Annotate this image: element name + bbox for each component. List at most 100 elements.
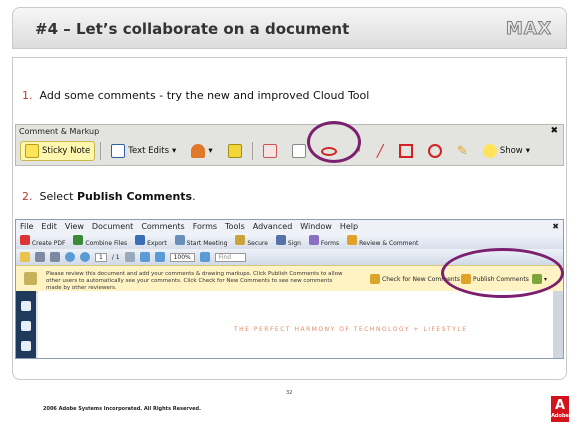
pencil-icon: ✎: [456, 143, 468, 159]
menu-file[interactable]: File: [20, 222, 33, 231]
sticky-note-icon: [25, 144, 39, 158]
step-1-text: Add some comments - try the new and impr…: [39, 89, 370, 102]
combine-files-button[interactable]: Combine Files: [73, 235, 127, 247]
page-number-field[interactable]: 1: [95, 252, 107, 262]
menu-edit[interactable]: Edit: [41, 222, 57, 231]
stamp-button[interactable]: ▾: [186, 141, 217, 161]
callout-icon: [262, 144, 277, 158]
comment-markup-toolbar: Comment & Markup ✖ Sticky Note Text Edit…: [15, 124, 564, 166]
bookmarks-panel-icon[interactable]: [21, 321, 31, 331]
oval-icon: [427, 144, 442, 158]
line-icon: ╱: [376, 144, 384, 158]
export-button[interactable]: Export: [135, 235, 167, 247]
text-edits-label: Text Edits: [128, 146, 170, 156]
review-comment-button[interactable]: Review & Comment: [347, 235, 418, 247]
create-pdf-label: Create PDF: [31, 240, 66, 247]
menu-comments[interactable]: Comments: [141, 222, 184, 231]
comment-tools: Sticky Note Text Edits ▾ ▾ ➚ ╱ ✎ Show ▾: [20, 139, 559, 163]
sign-button[interactable]: Sign: [275, 235, 301, 247]
export-label: Export: [147, 240, 167, 247]
export-icon: [135, 235, 146, 245]
show-label: Show: [499, 146, 523, 156]
document-page: THE PERFECT HARMONY OF TECHNOLOGY + LIFE…: [38, 291, 553, 358]
meeting-icon: [174, 235, 185, 245]
fit-page-icon[interactable]: [199, 252, 210, 262]
rectangle-icon: [398, 144, 413, 158]
adobe-logo-text: Adobe: [551, 413, 569, 419]
next-page-icon[interactable]: [80, 252, 90, 262]
review-info-icon: [24, 272, 37, 285]
highlight-text-icon: [227, 144, 242, 158]
show-button[interactable]: Show ▾: [478, 141, 535, 161]
pencil-tool-button[interactable]: ✎: [452, 141, 473, 161]
forms-label: Forms: [320, 240, 340, 247]
email-icon[interactable]: [50, 252, 60, 262]
step-2-suffix: .: [192, 190, 196, 203]
toolbar-separator: [100, 142, 102, 160]
close-icon[interactable]: ✖: [552, 222, 559, 231]
tasks-toolbar: Create PDF Combine Files Export Start Me…: [16, 233, 563, 249]
lock-icon: [235, 235, 246, 245]
page-number: 32: [286, 390, 293, 396]
max-logo: MAX: [505, 19, 552, 40]
vertical-scrollbar[interactable]: [553, 291, 563, 358]
step-1-number: 1.: [22, 89, 33, 102]
zoom-field[interactable]: 100%: [169, 252, 195, 262]
combine-files-icon: [73, 235, 84, 245]
combine-files-label: Combine Files: [85, 240, 128, 247]
forms-icon: [308, 235, 319, 245]
callout-button[interactable]: [258, 141, 282, 161]
previous-page-icon[interactable]: [65, 252, 75, 262]
secure-label: Secure: [247, 240, 268, 247]
publish-comments-highlight-circle: [441, 248, 564, 298]
menu-forms[interactable]: Forms: [193, 222, 217, 231]
text-edits-icon: [111, 144, 126, 158]
start-meeting-button[interactable]: Start Meeting: [174, 235, 228, 247]
step-1: 1. Add some comments - try the new and im…: [22, 89, 369, 102]
find-input[interactable]: Find: [214, 252, 247, 262]
toolbar-separator: [251, 142, 253, 160]
create-pdf-button[interactable]: Create PDF: [20, 235, 65, 247]
menu-window[interactable]: Window: [300, 222, 332, 231]
stamp-icon: [191, 144, 206, 158]
menu-advanced[interactable]: Advanced: [253, 222, 293, 231]
sticky-note-button[interactable]: Sticky Note: [20, 141, 96, 161]
step-2-prefix: Select: [39, 190, 77, 203]
zoom-out-icon[interactable]: [139, 252, 150, 262]
line-tool-button[interactable]: ╱: [372, 141, 389, 161]
attachments-panel-icon[interactable]: [21, 341, 31, 351]
menu-tools[interactable]: Tools: [225, 222, 245, 231]
cloud-tool-highlight-circle: [307, 121, 361, 163]
rectangle-tool-button[interactable]: [394, 141, 418, 161]
select-tool-icon[interactable]: [124, 252, 135, 262]
oval-tool-button[interactable]: [423, 141, 447, 161]
notice-text: Please review this document and add your…: [46, 271, 343, 291]
check-comments-icon: [370, 274, 380, 284]
slide-title: #4 – Let’s collaborate on a document: [35, 20, 350, 38]
slide: #4 – Let’s collaborate on a document MAX…: [0, 0, 579, 425]
menu-help[interactable]: Help: [340, 222, 358, 231]
menu-view[interactable]: View: [65, 222, 84, 231]
chevron-down-icon: ▾: [172, 146, 177, 156]
sticky-note-label: Sticky Note: [42, 146, 91, 156]
forms-button[interactable]: Forms: [308, 235, 340, 247]
pages-panel-icon[interactable]: [21, 301, 31, 311]
open-folder-icon[interactable]: [20, 252, 30, 262]
show-comments-icon: [482, 144, 497, 158]
start-meeting-label: Start Meeting: [186, 240, 228, 247]
highlight-text-button[interactable]: [223, 141, 247, 161]
step-2-number: 2.: [22, 190, 33, 203]
slide-header: #4 – Let’s collaborate on a document MAX: [12, 7, 567, 49]
zoom-in-icon[interactable]: [154, 252, 165, 262]
print-icon[interactable]: [35, 252, 45, 262]
page-total: / 1: [111, 253, 120, 261]
menu-bar: File Edit View Document Comments Forms T…: [16, 220, 563, 233]
chevron-down-icon: ▾: [525, 146, 531, 156]
navigation-sidebar: [16, 291, 36, 358]
close-icon[interactable]: ✖: [550, 126, 558, 136]
secure-button[interactable]: Secure: [235, 235, 268, 247]
adobe-logo: A Adobe: [551, 396, 569, 422]
chevron-down-icon: ▾: [208, 146, 213, 156]
text-edits-button[interactable]: Text Edits ▾: [106, 141, 181, 161]
menu-document[interactable]: Document: [92, 222, 133, 231]
